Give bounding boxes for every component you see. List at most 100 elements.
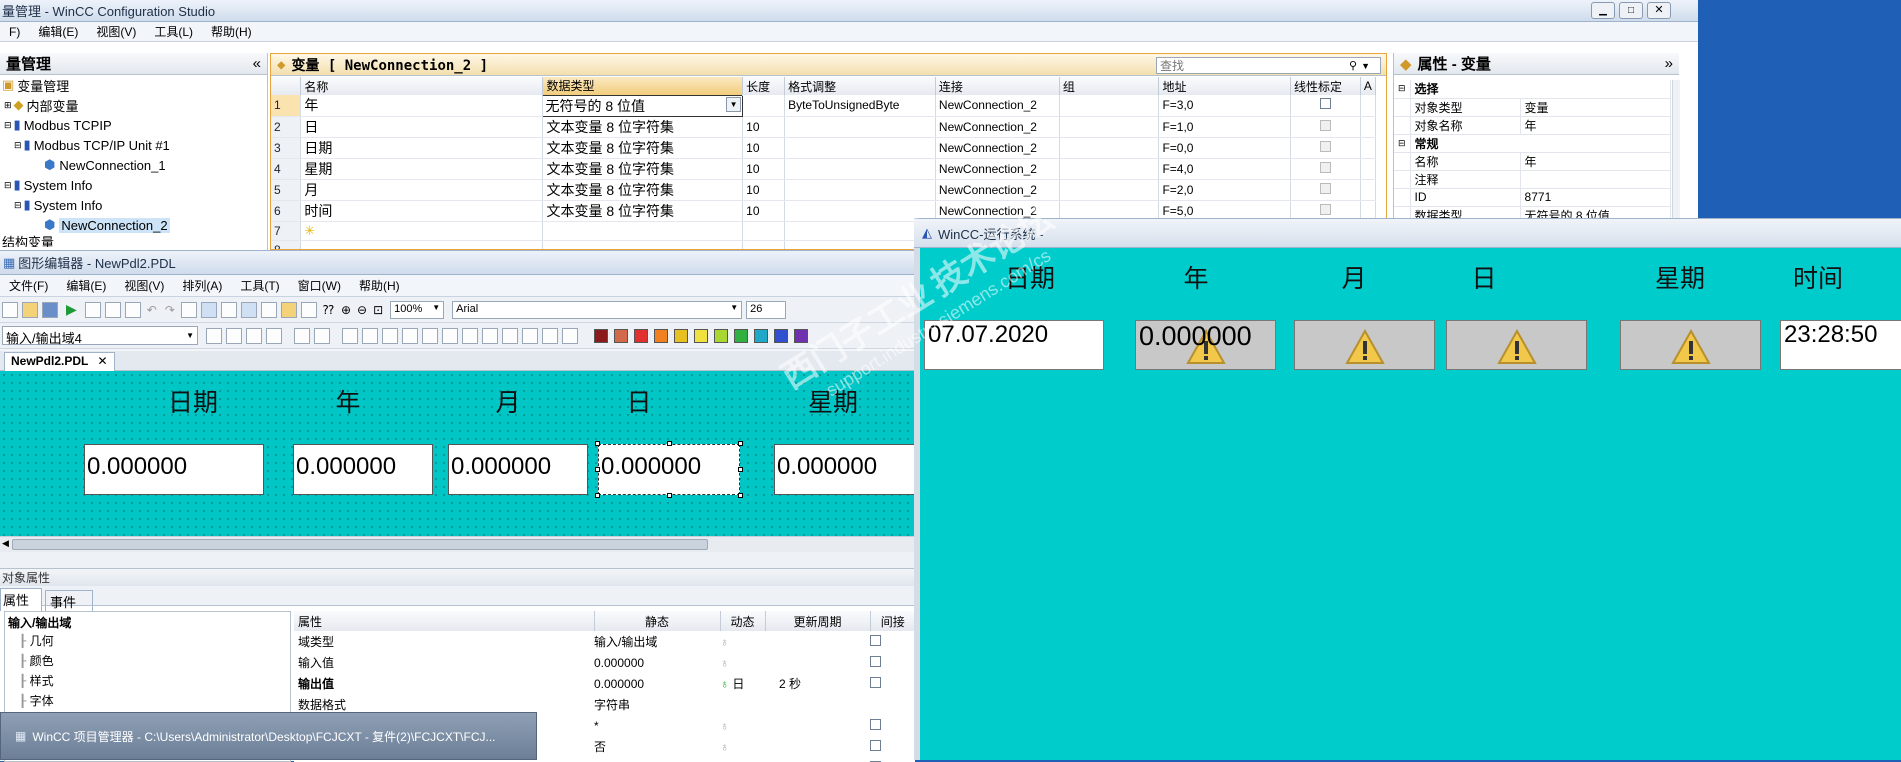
indirect-checkbox[interactable] <box>870 719 881 730</box>
menu-help[interactable]: 帮助(H) <box>350 277 409 294</box>
tree-item-structure-tags[interactable]: 结构变量 <box>0 235 267 247</box>
align-icon[interactable] <box>562 328 578 344</box>
column-header-length[interactable]: 长度 <box>743 77 785 95</box>
maximize-icon[interactable]: □ <box>1619 2 1643 19</box>
menu-help[interactable]: 帮助(H) <box>202 23 261 40</box>
selection-handle[interactable] <box>667 441 672 446</box>
scaling-checkbox[interactable] <box>1320 98 1331 109</box>
chevron-down-icon[interactable]: ▼ <box>1361 61 1370 71</box>
align-icon[interactable] <box>362 328 378 344</box>
align-icon[interactable] <box>502 328 518 344</box>
column-header-scaling[interactable]: 线性标定 <box>1291 77 1361 95</box>
canvas-io-field-month[interactable]: 0.000000 <box>448 444 588 495</box>
selection-handle[interactable] <box>595 467 600 472</box>
align-icon[interactable] <box>402 328 418 344</box>
pipette-icon[interactable] <box>294 328 310 344</box>
property-row[interactable]: 对象名称年 <box>1394 116 1670 134</box>
menu-file[interactable]: F) <box>0 25 29 39</box>
runtime-io-field-date[interactable]: 07.07.2020 <box>924 320 1104 370</box>
zoom-in-icon[interactable]: ⊕ <box>341 303 351 317</box>
menu-edit[interactable]: 编辑(E) <box>57 277 115 294</box>
scroll-left-icon[interactable]: ◀ <box>2 538 9 549</box>
align-icon[interactable] <box>442 328 458 344</box>
new-file-icon[interactable] <box>2 302 18 318</box>
tree-item-colors[interactable]: ┠ 颜色 <box>5 652 290 672</box>
selection-handle[interactable] <box>595 441 600 446</box>
scaling-checkbox[interactable] <box>1320 141 1331 152</box>
column-header-address[interactable]: 地址 <box>1159 77 1291 95</box>
table-row[interactable]: 域类型 输入/输出域 ♁ <box>294 631 915 652</box>
align-icon[interactable] <box>522 328 538 344</box>
column-header-indirect[interactable]: 间接 <box>870 611 915 631</box>
property-row[interactable]: 注释 <box>1394 170 1670 188</box>
scrollbar-thumb[interactable] <box>12 539 708 550</box>
runtime-io-field-day[interactable] <box>1446 320 1587 370</box>
selection-handle[interactable] <box>738 493 743 498</box>
property-row[interactable]: ID8771 <box>1394 188 1670 206</box>
table-row[interactable]: 3 日期 文本变量 8 位字符集 10 NewConnection_2 F=0,… <box>271 137 1376 158</box>
tree-item-style[interactable]: ┠ 样式 <box>5 672 290 692</box>
property-row[interactable]: 对象类型变量 <box>1394 98 1670 116</box>
tree-item-font[interactable]: ┠ 字体 <box>5 692 290 712</box>
tab-events[interactable]: 事件 <box>45 590 93 611</box>
color-swatch[interactable] <box>714 329 728 343</box>
collapse-icon[interactable]: « <box>253 55 261 72</box>
menu-window[interactable]: 窗口(W) <box>289 277 350 294</box>
canvas-io-field-year[interactable]: 0.000000 <box>293 444 433 495</box>
indirect-checkbox[interactable] <box>870 740 881 751</box>
library-icon[interactable] <box>261 302 277 318</box>
collapse-tree-icon[interactable]: ⊟ <box>14 140 22 151</box>
color-swatch[interactable] <box>754 329 768 343</box>
color-swatch[interactable] <box>594 329 608 343</box>
config-studio-titlebar[interactable]: 量管理 - WinCC Configuration Studio <box>0 0 1698 22</box>
align-icon[interactable] <box>206 328 222 344</box>
table-row[interactable]: 1 年 无符号的 8 位值 ▼ ByteToUnsignedByte NewCo… <box>271 95 1376 116</box>
menu-edit[interactable]: 编辑(E) <box>29 23 87 40</box>
collapse-tree-icon[interactable]: ⊟ <box>4 120 12 131</box>
property-section[interactable]: ⊟选择 <box>1394 80 1670 98</box>
tree-item-geometry[interactable]: ┠ 几何 <box>5 632 290 652</box>
menu-tools[interactable]: 工具(T) <box>231 277 288 294</box>
run-icon[interactable]: ▶ <box>66 301 77 318</box>
collapse-tree-icon[interactable]: ⊟ <box>1394 80 1410 98</box>
table-row[interactable]: 5 月 文本变量 8 位字符集 10 NewConnection_2 F=2,0 <box>271 179 1376 200</box>
menu-view[interactable]: 视图(V) <box>115 277 173 294</box>
undo-icon[interactable]: ↶ <box>147 303 157 317</box>
expand-panel-icon[interactable]: » <box>1665 55 1673 72</box>
align-icon[interactable] <box>342 328 358 344</box>
indirect-checkbox[interactable] <box>870 677 881 688</box>
font-size-select[interactable]: 26 <box>746 301 786 319</box>
zoom-out-icon[interactable]: ⊖ <box>357 303 367 317</box>
column-header-group[interactable]: 组 <box>1059 77 1159 95</box>
column-header-name[interactable]: 名称 <box>301 77 543 95</box>
column-header-datatype[interactable]: 数据类型 <box>543 77 743 95</box>
collapse-tree-icon[interactable]: ⊟ <box>1394 134 1410 152</box>
align-icon[interactable] <box>246 328 262 344</box>
tree-item-newconnection-1[interactable]: ⬢NewConnection_1 <box>0 155 267 175</box>
zoom-fit-icon[interactable]: ⊡ <box>373 303 383 317</box>
close-icon[interactable]: ✕ <box>1647 2 1671 19</box>
graphics-editor-titlebar[interactable]: ▦ 图形编辑器 - NewPdl2.PDL <box>0 251 915 275</box>
copy-icon[interactable] <box>105 302 121 318</box>
search-box[interactable]: ⚲ ▼ <box>1156 57 1381 74</box>
expand-icon[interactable]: ⊞ <box>4 100 12 111</box>
align-icon[interactable] <box>462 328 478 344</box>
column-header-property[interactable]: 属性 <box>294 611 594 631</box>
align-icon[interactable] <box>226 328 242 344</box>
search-icon[interactable]: ⚲ <box>1349 59 1357 72</box>
print-icon[interactable] <box>181 302 197 318</box>
column-header-connection[interactable]: 连接 <box>935 77 1059 95</box>
runtime-io-field-weekday[interactable] <box>1620 320 1761 370</box>
datatype-dropdown[interactable]: 无符号的 8 位值 ▼ <box>543 95 743 116</box>
scaling-checkbox[interactable] <box>1320 183 1331 194</box>
close-tab-icon[interactable]: ✕ <box>97 354 107 368</box>
cut-icon[interactable] <box>85 302 101 318</box>
help-pointer-icon[interactable]: ⁇ <box>323 303 334 317</box>
zoom-select[interactable]: 100%▼ <box>390 301 444 319</box>
runtime-io-field-year[interactable]: 0.000000 <box>1135 320 1276 370</box>
column-header-format[interactable]: 格式调整 <box>785 77 936 95</box>
column-header-static[interactable]: 静态 <box>594 611 720 631</box>
align-icon[interactable] <box>422 328 438 344</box>
paste-icon[interactable] <box>125 302 141 318</box>
tree-item-internal-tags[interactable]: ⊞◆内部变量 <box>0 95 267 115</box>
